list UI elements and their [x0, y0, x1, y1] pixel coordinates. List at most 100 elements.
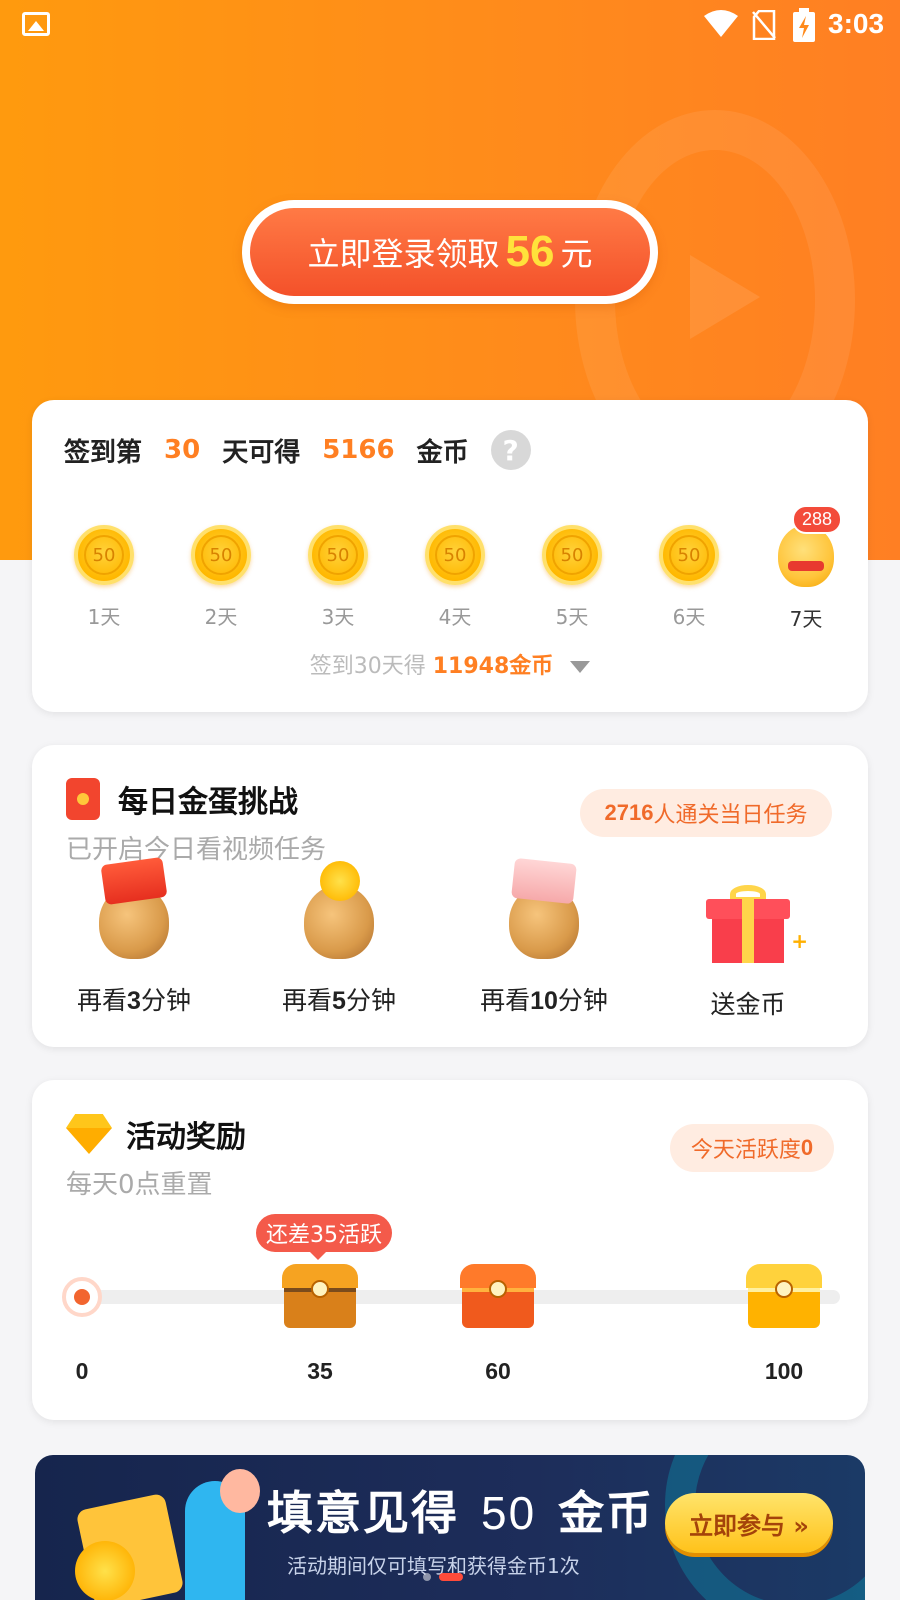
completion-count-badge: 2716 人通关当日任务	[580, 789, 832, 837]
bonus-badge: 288	[792, 505, 843, 534]
day-label: 4天	[438, 605, 472, 629]
login-unit: 元	[560, 235, 593, 273]
progress-current-marker	[62, 1277, 102, 1317]
activity-level-value: 0	[800, 1135, 814, 1160]
egg-item-gift[interactable]: + 送金币	[648, 885, 848, 1021]
tick-label: 0	[75, 1358, 89, 1384]
play-icon	[690, 255, 760, 339]
diamond-icon	[66, 1114, 112, 1154]
coin-value: 50	[435, 535, 475, 575]
activity-title: 活动奖励	[126, 1120, 246, 1155]
help-icon[interactable]: ?	[490, 430, 531, 470]
egg-challenge-card: 每日金蛋挑战 已开启今日看视频任务 2716 人通关当日任务 再看3分钟 再看5…	[32, 745, 868, 1047]
checkin-day-7[interactable]: 288 7天	[756, 505, 856, 632]
login-claim-button-inner[interactable]: 立即登录领取 56 元	[250, 208, 650, 296]
coin-icon: 50	[74, 525, 134, 585]
carousel-dot[interactable]	[423, 1573, 431, 1581]
day-label: 7天	[789, 607, 823, 631]
red-packet-icon	[66, 778, 100, 820]
wifi-icon	[704, 10, 738, 37]
coin-egg-icon	[304, 861, 374, 959]
checkin-day-4[interactable]: 50 4天	[405, 525, 505, 630]
activity-level-badge: 今天活跃度 0	[670, 1124, 834, 1172]
checkin-foot-highlight: 11948金币	[432, 654, 554, 679]
checkin-expand-toggle[interactable]: 签到30天得 11948金币	[32, 648, 868, 680]
coin-icon: 50	[659, 525, 719, 585]
cash-egg-icon	[509, 857, 579, 959]
login-claim-button[interactable]: 立即登录领取 56 元	[242, 200, 658, 304]
egg-item-5min[interactable]: 再看5分钟	[239, 861, 439, 1017]
coin-value: 50	[201, 535, 241, 575]
caret-down-icon[interactable]	[570, 661, 591, 673]
completion-count: 2716	[604, 800, 654, 825]
checkin-day-5[interactable]: 50 5天	[522, 525, 622, 630]
tick-label: 100	[764, 1358, 804, 1384]
chest-35-icon[interactable]	[282, 1264, 358, 1330]
coin-icon: 50	[308, 525, 368, 585]
coin-icon: 50	[542, 525, 602, 585]
person-head	[220, 1469, 260, 1513]
coin-value: 50	[552, 535, 592, 575]
egg-item-3min[interactable]: 再看3分钟	[34, 856, 234, 1017]
checkin-days: 50 1天 50 2天 50 3天 50 4天 50 5天 50 6天 288 …	[44, 505, 856, 635]
checkin-card: 签到第 30 天可得 5166 金币 ? 50 1天 50 2天 50 3天 5…	[32, 400, 868, 712]
day-label: 6天	[672, 605, 706, 629]
egg-item-10min[interactable]: 再看10分钟	[444, 857, 644, 1017]
checkin-day-count: 30	[164, 435, 201, 465]
red-packet-egg-icon	[99, 856, 169, 959]
checkin-prefix: 签到第	[64, 437, 143, 468]
battery-charging-icon	[793, 8, 815, 42]
feedback-banner[interactable]: 填意见得 50 金币 活动期间仅可填写和获得金币1次 立即参与 »	[35, 1455, 865, 1600]
tick-label: 35	[307, 1358, 333, 1384]
tick-label: 60	[485, 1358, 511, 1384]
gift-egg-icon: 288	[778, 505, 843, 587]
coins-icon	[75, 1541, 135, 1600]
activity-level-text: 今天活跃度	[690, 1138, 801, 1163]
coin-icon: 50	[191, 525, 251, 585]
egg-challenge-subtitle: 已开启今日看视频任务	[66, 835, 327, 865]
day-label: 1天	[87, 605, 121, 629]
coin-icon: 50	[425, 525, 485, 585]
egg-title-row: 每日金蛋挑战	[66, 777, 298, 821]
coin-value: 50	[318, 535, 358, 575]
plus-icon: +	[791, 929, 808, 953]
checkin-heading: 签到第 30 天可得 5166 金币 ?	[64, 430, 531, 470]
egg-challenge-title: 每日金蛋挑战	[118, 785, 298, 820]
egg-item-label: 送金币	[710, 990, 786, 1019]
activity-subtitle: 每天0点重置	[66, 1170, 213, 1200]
checkin-middle: 天可得	[222, 437, 301, 468]
checkin-coin-total: 5166	[322, 435, 395, 465]
activity-reward-card: 活动奖励 每天0点重置 今天活跃度 0 还差35活跃 0 35 60 100	[32, 1080, 868, 1420]
carousel-dot-active[interactable]	[439, 1573, 463, 1581]
activity-remaining-tooltip: 还差35活跃	[256, 1214, 392, 1260]
coin-value: 50	[669, 535, 709, 575]
checkin-day-1[interactable]: 50 1天	[54, 525, 154, 630]
egg-item-label: 再看3分钟	[77, 986, 191, 1015]
checkin-suffix: 金币	[416, 437, 469, 468]
day-label: 5天	[555, 605, 589, 629]
status-time: 3:03	[828, 8, 885, 39]
checkin-foot-prefix: 签到30天得	[309, 654, 426, 679]
gift-box-icon: +	[706, 885, 808, 963]
login-prefix: 立即登录领取	[307, 235, 500, 273]
egg-items: 再看3分钟 再看5分钟 再看10分钟 + 送金币	[32, 856, 868, 1035]
chest-60-icon[interactable]	[460, 1264, 536, 1330]
checkin-day-3[interactable]: 50 3天	[288, 525, 388, 630]
egg-item-label: 再看5分钟	[282, 986, 396, 1015]
banner-illustration	[55, 1461, 260, 1600]
activity-title-row: 活动奖励	[66, 1112, 246, 1156]
coin-value: 50	[84, 535, 124, 575]
no-sim-icon	[752, 10, 776, 40]
carousel-indicator	[423, 1573, 463, 1581]
completion-text: 人通关当日任务	[653, 803, 808, 828]
chest-100-icon[interactable]	[746, 1264, 822, 1330]
checkin-day-6[interactable]: 50 6天	[639, 525, 739, 630]
day-label: 3天	[321, 605, 355, 629]
egg-item-label: 再看10分钟	[480, 986, 608, 1015]
banner-title: 填意见得 50 金币	[267, 1486, 655, 1540]
join-now-button[interactable]: 立即参与 »	[665, 1493, 833, 1553]
checkin-day-2[interactable]: 50 2天	[171, 525, 271, 630]
day-label: 2天	[204, 605, 238, 629]
login-amount: 56	[505, 227, 555, 276]
status-bar: 3:03	[0, 0, 900, 50]
